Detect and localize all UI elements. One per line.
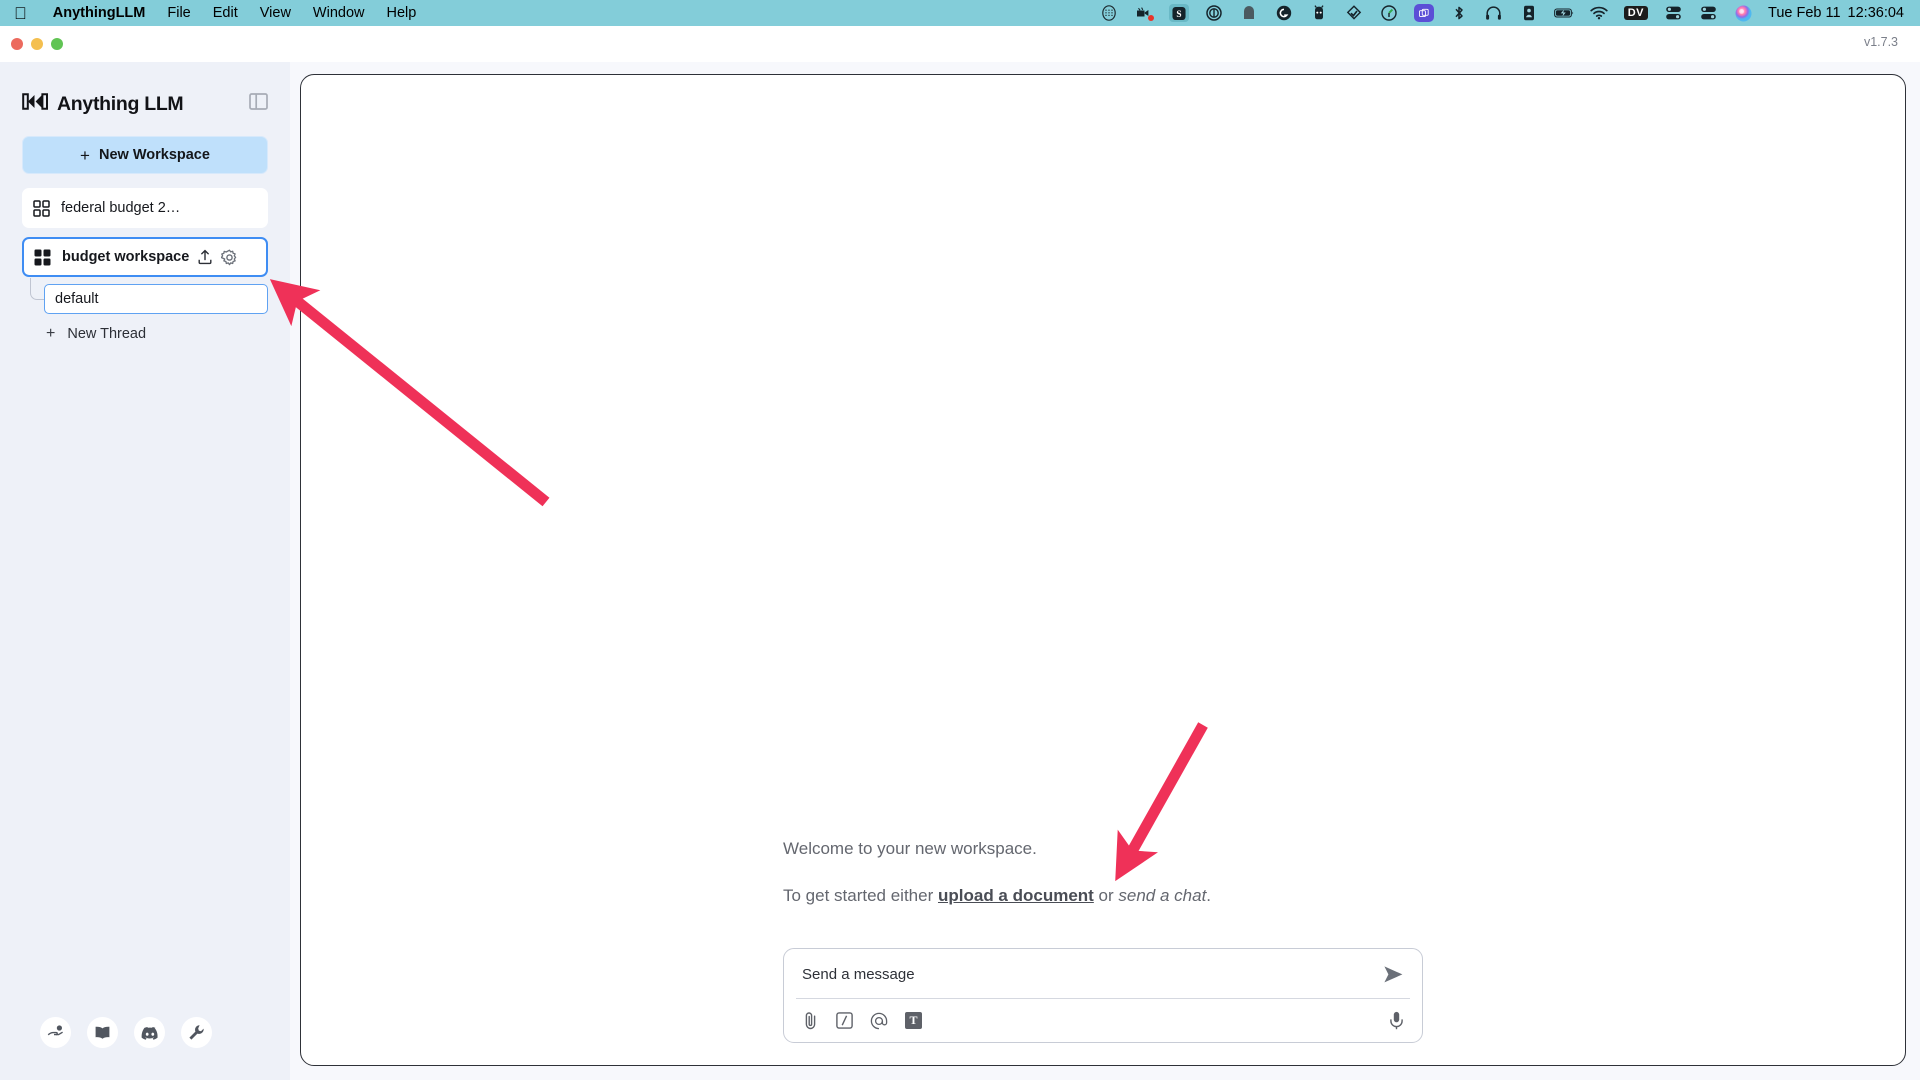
arc-icon[interactable] bbox=[1239, 4, 1259, 22]
tailscale-icon[interactable] bbox=[1344, 4, 1364, 22]
workspace-name: federal budget 2… bbox=[61, 200, 181, 216]
welcome-message: Welcome to your new workspace. bbox=[783, 839, 1037, 859]
thread-elbow-connector bbox=[30, 278, 44, 300]
thread-name: default bbox=[55, 291, 99, 307]
time-tracker-icon[interactable] bbox=[1379, 4, 1399, 22]
send-arrow-icon[interactable] bbox=[1371, 965, 1404, 984]
new-thread-button[interactable]: + New Thread bbox=[22, 325, 268, 343]
get-started-prefix: To get started either bbox=[783, 885, 938, 905]
close-button[interactable] bbox=[11, 38, 23, 50]
macos-menubar:  AnythingLLM File Edit View Window Help… bbox=[0, 0, 1920, 26]
sidebar: Anything LLM + New Workspace federal bud… bbox=[0, 62, 290, 1080]
new-workspace-button[interactable]: + New Workspace bbox=[22, 136, 268, 174]
main-area: Welcome to your new workspace. To get st… bbox=[290, 62, 1920, 1080]
app-body: Anything LLM + New Workspace federal bud… bbox=[0, 62, 1920, 1080]
sidebar-content: + New Workspace federal budget 2… budget… bbox=[0, 124, 290, 342]
clock-date: Tue Feb 11 bbox=[1768, 5, 1841, 21]
at-mention-icon[interactable] bbox=[870, 1012, 888, 1030]
menubar-item-file[interactable]: File bbox=[167, 5, 190, 21]
apple-menu-icon[interactable]:  bbox=[14, 5, 27, 22]
sidebar-item-budget-workspace[interactable]: budget workspace bbox=[22, 237, 268, 277]
window-traffic-lights bbox=[0, 38, 63, 50]
notification-badge-dot bbox=[1147, 15, 1154, 21]
sidebar-toggle-icon[interactable] bbox=[249, 93, 268, 115]
minimize-button[interactable] bbox=[31, 38, 43, 50]
bluetooth-icon[interactable] bbox=[1449, 4, 1469, 22]
composer-input-row bbox=[784, 949, 1422, 998]
maximize-button[interactable] bbox=[51, 38, 63, 50]
menubar-status-tray: S DV Tue Feb 11 12:36:04 bbox=[1099, 4, 1910, 22]
workspace-actions bbox=[197, 249, 238, 266]
message-composer: T bbox=[783, 948, 1423, 1043]
sidebar-footer bbox=[0, 1017, 290, 1066]
thread-list: default bbox=[22, 278, 268, 314]
menubar-item-window[interactable]: Window bbox=[313, 5, 365, 21]
menubar-item-edit[interactable]: Edit bbox=[213, 5, 238, 21]
svg-text:S: S bbox=[1176, 9, 1181, 19]
hand-heart-icon[interactable] bbox=[40, 1017, 71, 1048]
sidebar-header: Anything LLM bbox=[0, 62, 290, 124]
control-center-icon[interactable] bbox=[1698, 4, 1718, 22]
new-thread-label: New Thread bbox=[67, 326, 147, 342]
zero-circle-icon[interactable] bbox=[1204, 4, 1224, 22]
welcome-block: Welcome to your new workspace. To get st… bbox=[783, 839, 1423, 906]
grammarly-icon[interactable] bbox=[1274, 4, 1294, 22]
sidebar-item-federal-budget[interactable]: federal budget 2… bbox=[22, 188, 268, 228]
wifi-icon[interactable] bbox=[1589, 4, 1609, 22]
anythingllm-window: v1.7.3 Anything LLM + New Workspace fede… bbox=[0, 26, 1920, 1080]
get-started-message: To get started either upload a document … bbox=[783, 886, 1423, 906]
anything-llm-logo-icon bbox=[22, 93, 48, 115]
send-message-input[interactable] bbox=[802, 966, 1371, 983]
send-a-chat-text: send a chat bbox=[1118, 885, 1207, 905]
menubar-item-view[interactable]: View bbox=[260, 5, 291, 21]
brand-title: Anything LLM bbox=[57, 92, 184, 115]
plus-icon: + bbox=[46, 325, 56, 342]
wrench-icon[interactable] bbox=[181, 1017, 212, 1048]
battery-charging-icon[interactable] bbox=[1553, 4, 1574, 22]
brand[interactable]: Anything LLM bbox=[22, 92, 184, 116]
menubar-item-help[interactable]: Help bbox=[387, 5, 417, 21]
menubar-clock[interactable]: Tue Feb 11 12:36:04 bbox=[1768, 5, 1904, 21]
slash-command-icon[interactable] bbox=[836, 1012, 853, 1029]
menubar-app-name[interactable]: AnythingLLM bbox=[53, 5, 146, 21]
grid-filled-icon bbox=[34, 249, 51, 266]
gear-icon[interactable] bbox=[221, 249, 238, 266]
book-icon[interactable] bbox=[87, 1017, 118, 1048]
app-version-label: v1.7.3 bbox=[1863, 35, 1898, 49]
upload-a-document-link[interactable]: upload a document bbox=[938, 886, 1094, 905]
device-icon[interactable] bbox=[1519, 4, 1539, 22]
ollama-icon[interactable] bbox=[1309, 4, 1329, 22]
headphones-icon[interactable] bbox=[1484, 4, 1504, 22]
screen-recording-icon[interactable] bbox=[1134, 4, 1154, 22]
grid-keyboard-icon[interactable] bbox=[1099, 4, 1119, 22]
new-workspace-label: New Workspace bbox=[98, 147, 210, 163]
get-started-suffix: . bbox=[1206, 885, 1212, 905]
composer-toolbar: T bbox=[784, 999, 1422, 1042]
text-format-icon[interactable]: T bbox=[905, 1012, 922, 1029]
menubar-left-group:  AnythingLLM File Edit View Window Help bbox=[14, 5, 416, 22]
upload-icon[interactable] bbox=[197, 249, 213, 265]
grid-outline-icon bbox=[33, 199, 50, 217]
plus-icon: + bbox=[80, 145, 90, 165]
window-titlebar: v1.7.3 bbox=[0, 26, 1920, 62]
paperclip-icon[interactable] bbox=[802, 1011, 819, 1030]
get-started-mid: or bbox=[1093, 885, 1119, 905]
setapp-icon[interactable]: S bbox=[1168, 4, 1189, 22]
siri-icon[interactable] bbox=[1733, 4, 1753, 22]
window-manager-icon[interactable] bbox=[1413, 4, 1434, 22]
chat-panel: Welcome to your new workspace. To get st… bbox=[300, 74, 1906, 1066]
dv-badge-icon[interactable]: DV bbox=[1623, 6, 1648, 20]
workspace-name: budget workspace bbox=[62, 249, 190, 265]
microphone-icon[interactable] bbox=[1389, 1011, 1404, 1030]
clock-time: 12:36:04 bbox=[1847, 5, 1904, 21]
thread-item-default[interactable]: default bbox=[44, 284, 268, 314]
discord-icon[interactable] bbox=[134, 1017, 165, 1048]
server-toggle-icon[interactable] bbox=[1663, 4, 1683, 22]
